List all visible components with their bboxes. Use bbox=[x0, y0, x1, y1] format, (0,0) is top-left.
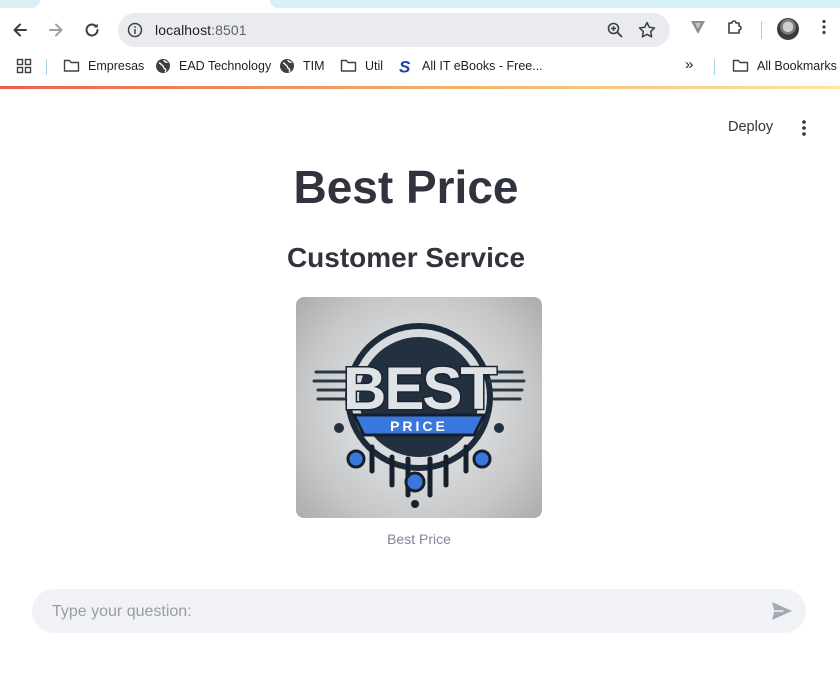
logo-emblem: BEST PRICE bbox=[312, 323, 526, 508]
reload-icon bbox=[85, 23, 99, 37]
globe-icon bbox=[280, 59, 294, 73]
folder-icon bbox=[340, 59, 357, 72]
bookmark-tim[interactable]: TIM bbox=[279, 58, 325, 74]
bookmark-empresas[interactable]: Empresas bbox=[63, 58, 144, 73]
chat-input-container bbox=[32, 589, 806, 635]
apps-grid-icon bbox=[16, 58, 32, 74]
folder-icon bbox=[63, 59, 80, 72]
chevrons-right-icon: » bbox=[685, 56, 694, 73]
back-button[interactable] bbox=[8, 18, 32, 42]
bookmarks-bar: Empresas EAD Technology TIM Util S All I… bbox=[0, 52, 840, 82]
best-price-logo-image: BEST PRICE bbox=[296, 297, 542, 518]
profile-avatar[interactable] bbox=[777, 18, 799, 40]
tab-strip bbox=[0, 0, 840, 8]
main-menu-icon[interactable] bbox=[797, 118, 811, 138]
all-bookmarks-button[interactable]: All Bookmarks bbox=[732, 58, 837, 73]
toolbar-divider bbox=[761, 21, 762, 39]
deploy-button[interactable]: Deploy bbox=[728, 119, 773, 135]
page-title: Best Price bbox=[293, 161, 519, 213]
send-icon bbox=[772, 602, 792, 620]
bookmark-ead-technology[interactable]: EAD Technology bbox=[155, 58, 271, 74]
bookmark-label: EAD Technology bbox=[179, 59, 272, 73]
folder-icon bbox=[732, 59, 749, 72]
globe-icon bbox=[156, 59, 170, 73]
logo-price-banner: PRICE bbox=[390, 418, 448, 434]
url-text[interactable]: localhost:8501 bbox=[155, 22, 247, 38]
url-host: localhost bbox=[155, 22, 212, 38]
chat-question-input[interactable] bbox=[50, 589, 754, 635]
bookmark-label: All IT eBooks - Free... bbox=[422, 59, 543, 73]
image-caption: Best Price bbox=[387, 531, 451, 547]
bookmark-util[interactable]: Util bbox=[340, 58, 383, 73]
url-port: :8501 bbox=[211, 22, 247, 38]
vimium-extension-icon[interactable] bbox=[689, 18, 707, 36]
s-logo-icon: S bbox=[399, 58, 411, 74]
bookmark-all-it-ebooks[interactable]: S All IT eBooks - Free... bbox=[398, 58, 543, 74]
bookmark-label: TIM bbox=[303, 59, 325, 73]
bookmarks-divider bbox=[46, 59, 47, 75]
extensions-puzzle-icon[interactable] bbox=[726, 18, 744, 36]
bookmarks-divider bbox=[714, 59, 715, 75]
forward-button[interactable] bbox=[44, 18, 68, 42]
zoom-icon[interactable] bbox=[606, 21, 624, 39]
address-bar[interactable]: localhost:8501 bbox=[118, 13, 670, 47]
browser-toolbar: localhost:8501 bbox=[0, 8, 840, 52]
send-button[interactable] bbox=[770, 600, 794, 622]
site-info-icon[interactable] bbox=[127, 22, 143, 38]
bookmark-star-icon[interactable] bbox=[637, 20, 657, 40]
active-tab[interactable] bbox=[0, 0, 40, 8]
tab-strip-background bbox=[270, 0, 840, 8]
apps-button[interactable] bbox=[16, 58, 32, 74]
app-header-decoration bbox=[0, 86, 840, 89]
bookmark-label: Empresas bbox=[88, 58, 145, 73]
browser-menu-icon[interactable] bbox=[815, 18, 833, 36]
all-bookmarks-label: All Bookmarks bbox=[757, 58, 837, 73]
page-subtitle: Customer Service bbox=[286, 242, 526, 273]
svg-text:S: S bbox=[399, 58, 411, 74]
arrow-left-icon bbox=[13, 23, 27, 37]
arrow-right-icon bbox=[49, 23, 63, 37]
bookmarks-overflow-button[interactable]: » bbox=[685, 56, 693, 73]
logo-wordmark: BEST bbox=[343, 355, 496, 422]
reload-button[interactable] bbox=[80, 18, 104, 42]
bookmark-label: Util bbox=[365, 58, 384, 73]
